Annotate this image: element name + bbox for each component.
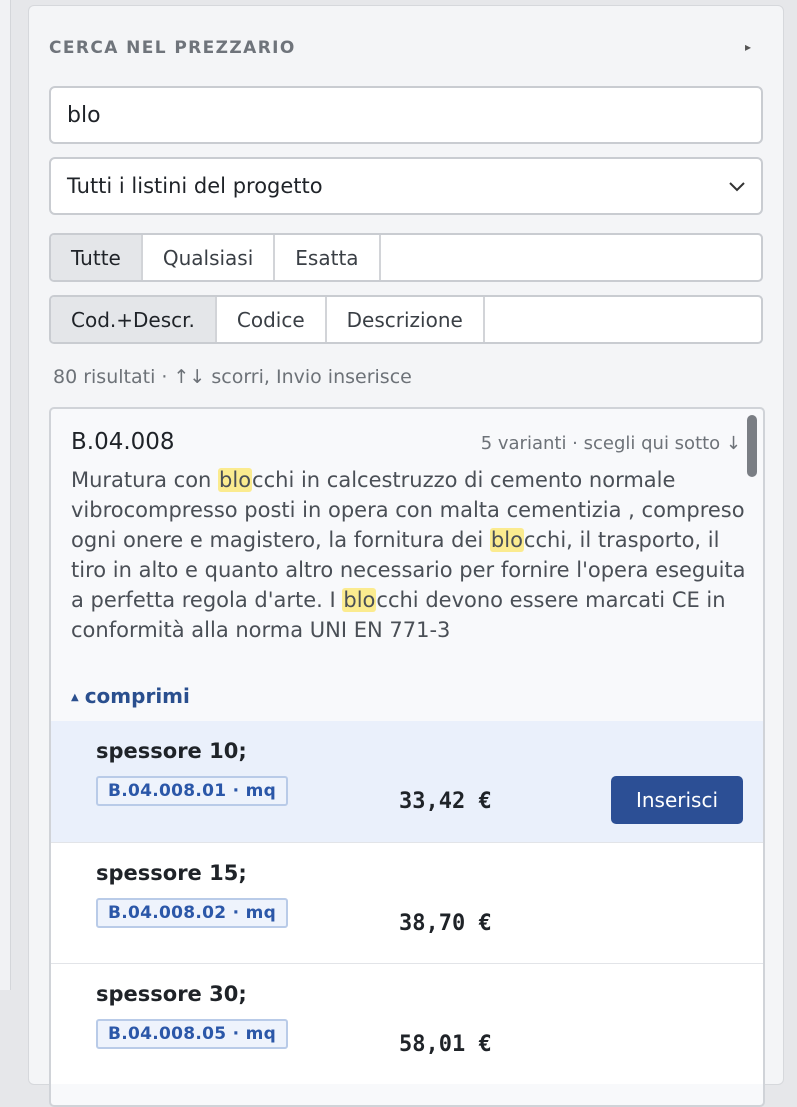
item-description: Muratura con blocchi in calcestruzzo di …: [71, 468, 746, 642]
search-field-segmented: Cod.+Descr. Codice Descrizione: [49, 295, 763, 344]
variant-code-badge: B.04.008.01 · mq: [96, 776, 289, 806]
variant-price: 33,42 €: [399, 789, 492, 814]
search-field-code[interactable]: Codice: [217, 297, 327, 342]
item-code: B.04.008: [71, 429, 175, 455]
listino-select-value: Tutti i listini del progetto: [67, 174, 323, 198]
search-field-code-desc[interactable]: Cod.+Descr.: [51, 297, 217, 342]
match-mode-segmented: Tutte Qualsiasi Esatta: [49, 233, 763, 282]
search-field-description[interactable]: Descrizione: [327, 297, 485, 342]
collapse-description-link[interactable]: ▲ comprimi: [71, 684, 190, 708]
variant-row[interactable]: spessore 30; B.04.008.05 · mq 58,01 €: [51, 963, 763, 1084]
variant-price: 58,01 €: [399, 1032, 492, 1057]
search-highlight: blo: [218, 468, 253, 492]
variant-row[interactable]: spessore 15; B.04.008.02 · mq 38,70 €: [51, 842, 763, 963]
price-list-search-panel: CERCA NEL PREZZARIO ▸ Tutti i listini de…: [28, 5, 784, 1107]
search-highlight: blo: [489, 528, 524, 552]
variant-code-badge: B.04.008.05 · mq: [96, 1019, 289, 1049]
left-sidebar-edge: [0, 0, 11, 990]
triangle-up-icon: ▲: [71, 692, 79, 703]
variant-label: spessore 15;: [96, 861, 247, 885]
insert-button[interactable]: Inserisci: [611, 776, 743, 824]
variant-label: spessore 10;: [96, 739, 247, 763]
match-mode-exact[interactable]: Esatta: [275, 235, 381, 280]
variant-price: 38,70 €: [399, 911, 492, 936]
match-mode-any[interactable]: Qualsiasi: [143, 235, 276, 280]
results-list[interactable]: B.04.008 5 varianti · scegli qui sotto ↓…: [49, 407, 765, 1107]
variant-label: spessore 30;: [96, 982, 247, 1006]
panel-header: CERCA NEL PREZZARIO ▸: [49, 36, 763, 60]
variant-code-badge: B.04.008.02 · mq: [96, 898, 289, 928]
collapse-toggle-icon[interactable]: ▸: [745, 40, 751, 54]
chevron-down-icon: [729, 182, 745, 192]
listino-select[interactable]: Tutti i listini del progetto: [49, 157, 763, 215]
results-summary: 80 risultati · ↑↓ scorri, Invio inserisc…: [53, 366, 412, 388]
item-variants-hint: 5 varianti · scegli qui sotto ↓: [480, 433, 741, 454]
search-input[interactable]: [49, 86, 763, 144]
variant-row[interactable]: spessore 10; B.04.008.01 · mq 33,42 € In…: [51, 721, 763, 842]
panel-title: CERCA NEL PREZZARIO: [49, 38, 296, 58]
match-mode-all[interactable]: Tutte: [51, 235, 143, 280]
search-highlight: blo: [342, 588, 377, 612]
